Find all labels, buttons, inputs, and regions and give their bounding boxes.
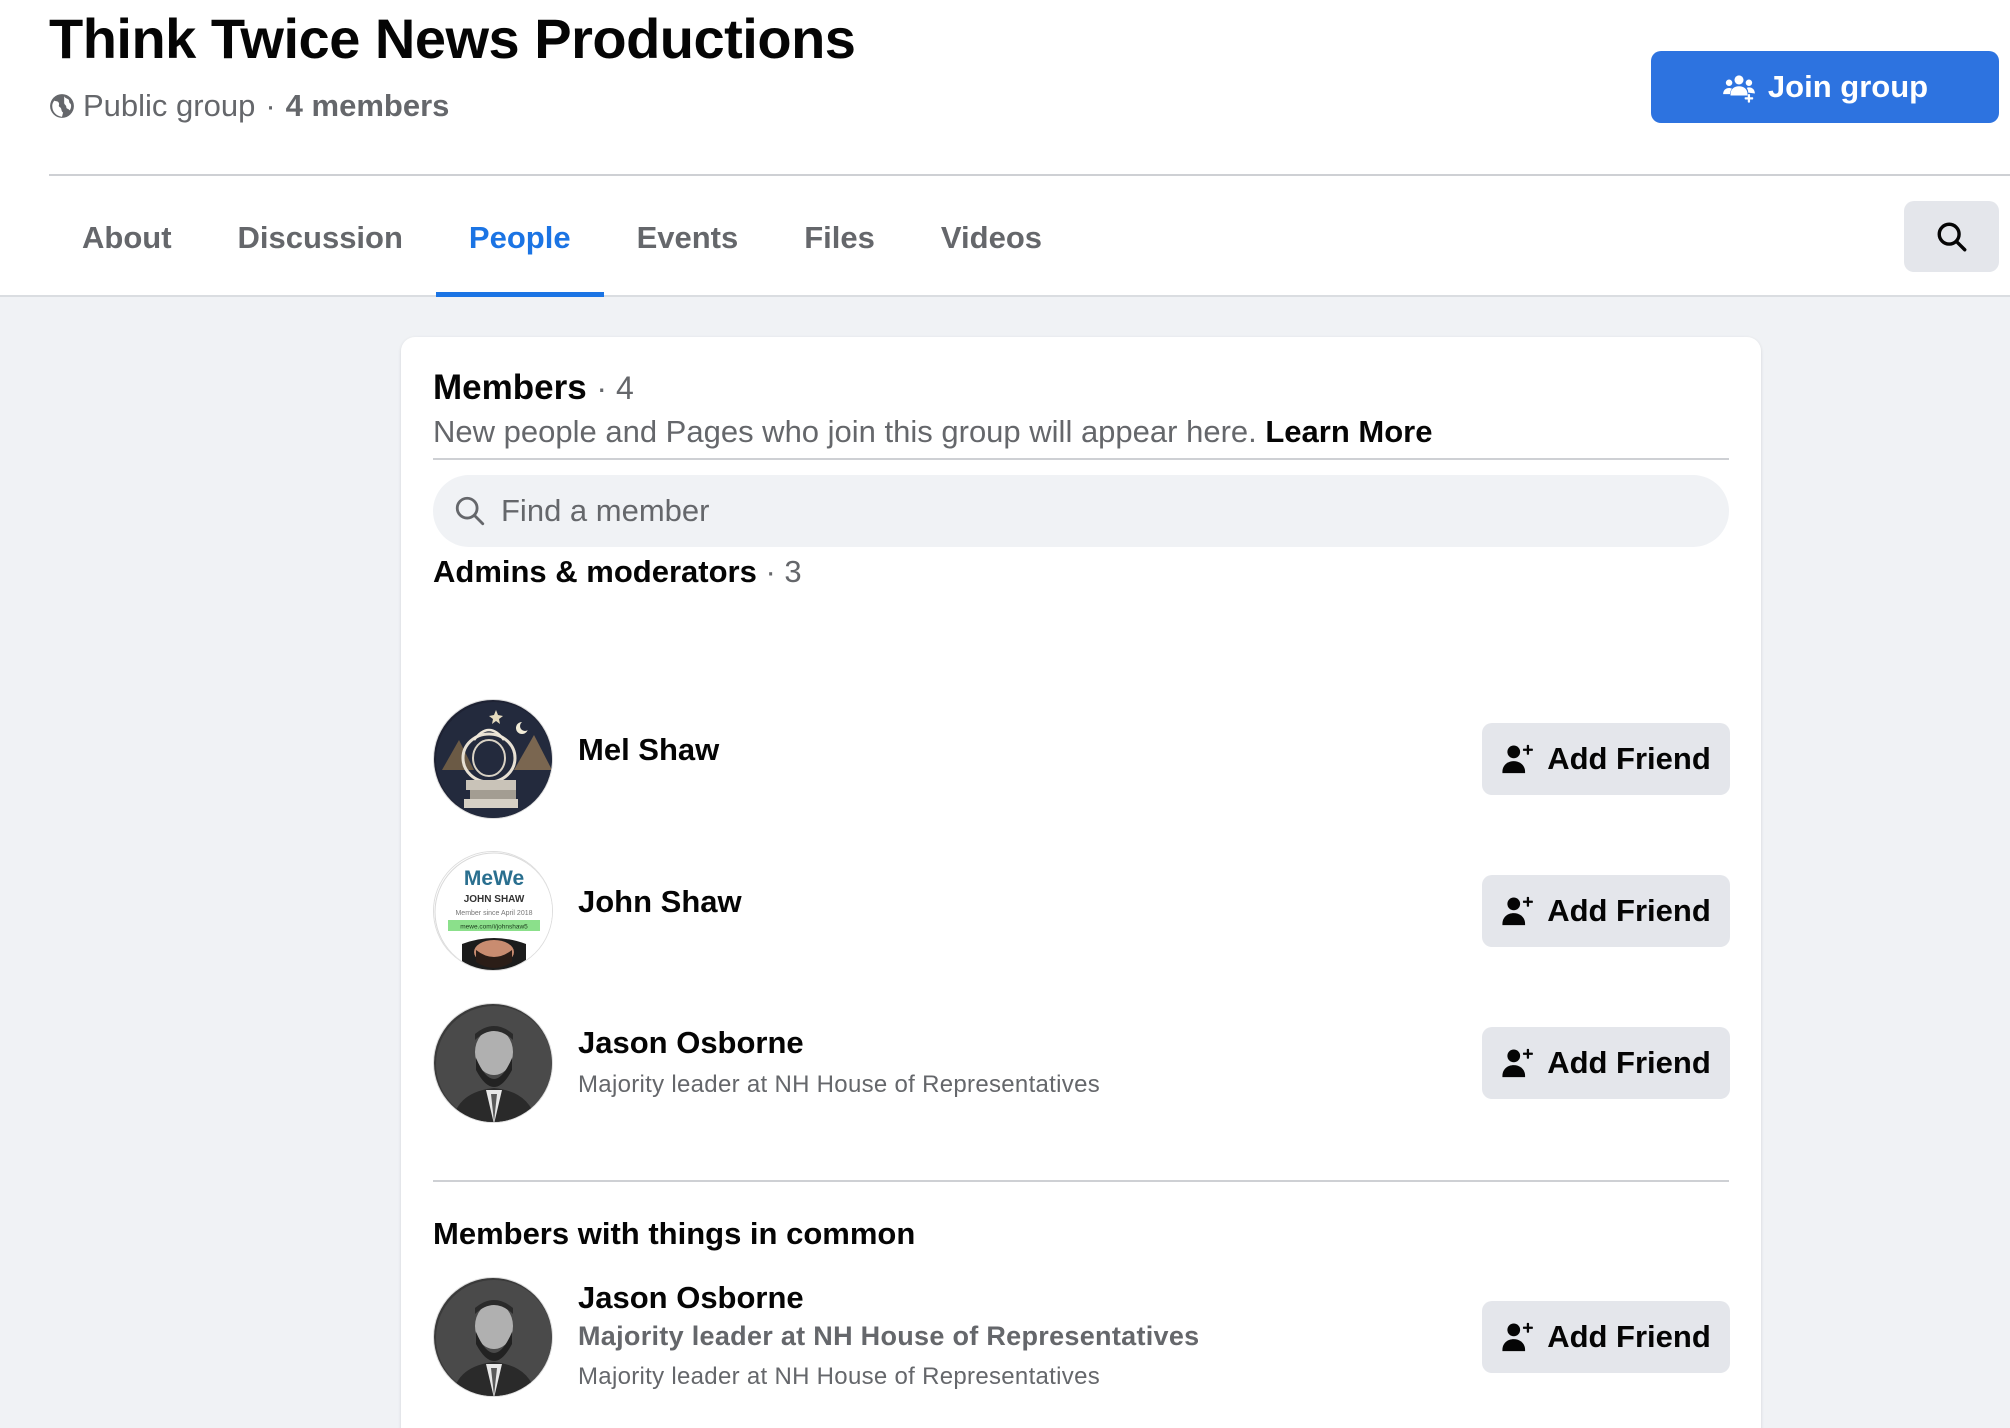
member-name[interactable]: John Shaw [578,884,742,920]
tab-discussion[interactable]: Discussion [205,178,436,297]
members-count-link[interactable]: 4 members [286,88,450,124]
tab-people[interactable]: People [435,178,604,297]
list-item: MeWe JOHN SHAW Member since April 2018 m… [433,851,1730,971]
members-subtitle: New people and Pages who join this group… [433,414,1432,450]
mewe-card-since: Member since April 2018 [455,910,532,917]
tab-events[interactable]: Events [604,178,772,297]
jason-osborne-avatar-image [434,1278,552,1396]
privacy-label: Public group [83,88,256,123]
join-group-button[interactable]: Join group [1651,51,1999,123]
member-name[interactable]: Jason Osborne [578,1280,804,1316]
john-shaw-avatar-image: MeWe JOHN SHAW Member since April 2018 m… [434,852,552,970]
add-friend-icon [1502,896,1534,926]
add-friend-label: Add Friend [1547,741,1711,776]
search-icon [1937,222,1966,251]
admins-title: Admins & moderators [433,554,757,589]
section-divider [433,1180,1729,1182]
tab-videos[interactable]: Videos [908,178,1075,297]
avatar[interactable] [433,1277,553,1397]
add-friend-label: Add Friend [1547,1319,1711,1354]
find-member-search[interactable] [433,475,1729,547]
list-item: Jason Osborne Majority leader at NH Hous… [433,1277,1730,1397]
group-header: Think Twice News Productions Public grou… [0,0,2010,297]
section-divider [433,458,1729,460]
add-friend-button[interactable]: Add Friend [1482,1301,1730,1373]
member-name[interactable]: Jason Osborne [578,1025,804,1061]
add-friend-button[interactable]: Add Friend [1482,875,1730,947]
list-item: Jason Osborne Majority leader at NH Hous… [433,1003,1730,1123]
mel-shaw-avatar-image [434,700,552,818]
avatar[interactable] [433,699,553,819]
join-group-icon [1723,75,1755,103]
common-heading: Members with things in common [433,1216,916,1251]
group-tabs: About Discussion People Events Files Vid… [49,178,1075,297]
add-friend-label: Add Friend [1547,1045,1711,1080]
jason-osborne-avatar-image [434,1004,552,1122]
add-friend-button[interactable]: Add Friend [1482,723,1730,795]
members-title: Members [433,368,587,407]
add-friend-icon [1502,1322,1534,1352]
member-subtitle: Majority leader at NH House of Represent… [578,1071,1101,1098]
add-friend-icon [1502,744,1534,774]
avatar[interactable] [433,1003,553,1123]
tab-about[interactable]: About [49,178,205,297]
members-subtitle-text: New people and Pages who join this group… [433,414,1257,449]
add-friend-label: Add Friend [1547,893,1711,928]
mewe-card-url: mewe.com/i/johnshaw5 [460,924,528,931]
group-search-button[interactable] [1904,201,1999,272]
admins-heading: Admins & moderators · 3 [433,554,802,590]
group-title: Think Twice News Productions [49,7,856,70]
member-name[interactable]: Mel Shaw [578,732,719,768]
add-friend-icon [1502,1048,1534,1078]
learn-more-link[interactable]: Learn More [1265,414,1432,449]
group-meta: Public group · 4 members [49,88,449,124]
members-heading: Members · 4 [433,368,634,408]
mewe-logo-text: MeWe [464,867,524,890]
join-group-label: Join group [1767,69,1929,104]
member-highlight: Majority leader at NH House of Represent… [578,1321,1200,1351]
avatar[interactable]: MeWe JOHN SHAW Member since April 2018 m… [433,851,553,971]
members-total-count: · 4 [596,370,634,406]
members-card: Members · 4 New people and Pages who joi… [401,337,1761,1428]
mewe-card-name: JOHN SHAW [464,894,525,905]
tab-files[interactable]: Files [771,178,908,297]
header-divider [49,174,2010,176]
admins-count: · 3 [765,554,802,589]
globe-icon [50,94,74,118]
find-member-input[interactable] [501,493,1701,529]
member-subtitle: Majority leader at NH House of Represent… [578,1363,1101,1390]
search-icon [455,496,485,526]
list-item: Mel Shaw Add Friend [433,699,1730,819]
meta-separator: · [265,88,276,123]
add-friend-button[interactable]: Add Friend [1482,1027,1730,1099]
